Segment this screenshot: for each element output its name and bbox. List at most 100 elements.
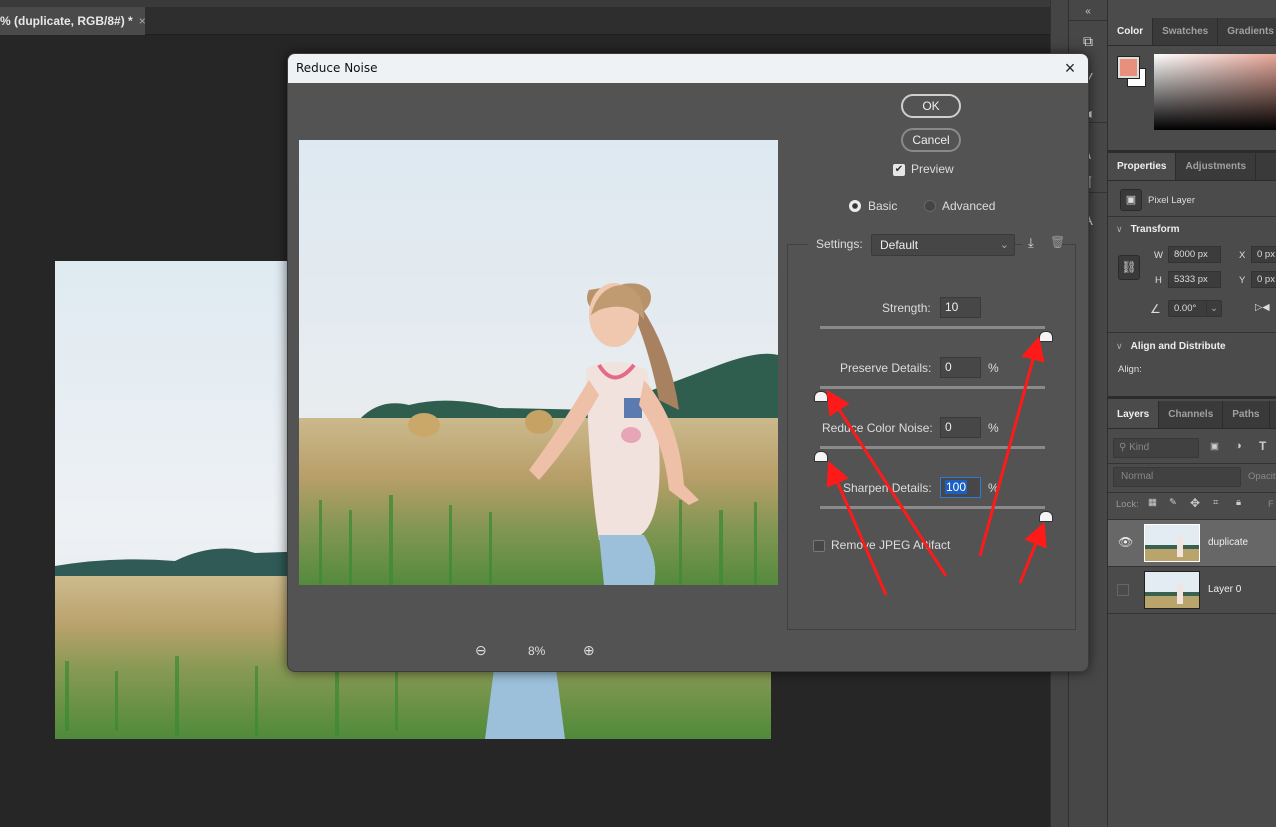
- advanced-label: Advanced: [942, 199, 996, 213]
- layer-name[interactable]: Layer 0: [1208, 567, 1241, 613]
- tab-paths[interactable]: Paths: [1223, 401, 1270, 428]
- width-field[interactable]: 8000 px: [1168, 246, 1221, 263]
- strength-input[interactable]: 10: [940, 297, 981, 318]
- ok-button[interactable]: OK: [901, 94, 961, 118]
- layers-panel-tabs: Layers Channels Paths: [1108, 401, 1276, 429]
- preview-label: Preview: [911, 162, 954, 176]
- tab-adjustments[interactable]: Adjustments: [1176, 153, 1257, 180]
- save-settings-icon[interactable]: ⤓: [1028, 235, 1034, 251]
- document-tab-bar: [0, 7, 1068, 35]
- close-tab-icon[interactable]: ×: [139, 14, 146, 28]
- close-icon[interactable]: ×: [1058, 56, 1082, 80]
- y-field[interactable]: 0 px: [1251, 271, 1276, 288]
- strength-label: Strength:: [882, 301, 931, 315]
- collapse-panels-icon[interactable]: «: [1068, 5, 1108, 19]
- x-label: X: [1239, 250, 1246, 261]
- layer-thumbnail: [1144, 571, 1200, 609]
- filter-type-icon[interactable]: T: [1259, 439, 1266, 453]
- sharpen-details-label: Sharpen Details:: [843, 481, 932, 495]
- cancel-button[interactable]: Cancel: [901, 128, 961, 152]
- preview-image[interactable]: [299, 140, 778, 585]
- opacity-label: Opacit: [1248, 471, 1276, 482]
- filter-pixel-icon[interactable]: ▣: [1210, 441, 1219, 452]
- foreground-color-swatch[interactable]: [1117, 56, 1140, 79]
- percent-label: %: [988, 421, 999, 435]
- lock-all-icon[interactable]: 🔒︎: [1236, 497, 1241, 508]
- preserve-details-slider-track[interactable]: [820, 386, 1045, 389]
- angle-value: 0.00°: [1174, 303, 1197, 314]
- tab-properties[interactable]: Properties: [1108, 153, 1177, 180]
- layer-thumbnail: [1144, 524, 1200, 562]
- tab-layers[interactable]: Layers: [1108, 401, 1160, 428]
- delete-settings-icon[interactable]: 🗑︎: [1050, 235, 1065, 249]
- preview-checkbox[interactable]: ✔: [893, 164, 905, 176]
- percent-label: %: [988, 481, 999, 495]
- advanced-radio[interactable]: [924, 200, 936, 212]
- align-section-header[interactable]: ∨ Align and Distribute: [1116, 341, 1226, 352]
- lock-artboard-icon[interactable]: ⌗: [1213, 497, 1218, 508]
- x-field[interactable]: 0 px: [1251, 246, 1276, 263]
- visibility-toggle-empty[interactable]: [1117, 584, 1129, 596]
- link-dimensions-icon[interactable]: ⛓: [1118, 255, 1140, 280]
- settings-group: [787, 244, 1076, 630]
- settings-label: Settings:: [816, 237, 863, 251]
- chevron-down-icon: ⌄: [999, 239, 1009, 251]
- chevron-down-icon[interactable]: ⌄: [1206, 301, 1221, 316]
- fill-label: F: [1268, 499, 1274, 510]
- blend-mode-dropdown[interactable]: Normal: [1113, 467, 1241, 487]
- transform-section-header[interactable]: ∨ Transform: [1116, 224, 1180, 235]
- settings-value: Default: [880, 238, 919, 252]
- sharpen-details-input[interactable]: 100: [940, 477, 981, 498]
- lock-position-icon[interactable]: ✥: [1190, 496, 1200, 510]
- chevron-down-icon: ∨: [1116, 341, 1123, 351]
- zoom-in-icon[interactable]: ⊕: [583, 642, 595, 659]
- strength-slider-track[interactable]: [820, 326, 1045, 329]
- basic-label: Basic: [868, 199, 898, 213]
- angle-icon: ∠: [1150, 302, 1161, 316]
- height-field[interactable]: 5333 px: [1168, 271, 1221, 288]
- layer-row-layer-0[interactable]: Layer 0: [1108, 567, 1276, 613]
- filter-adjustment-icon[interactable]: ◑: [1235, 440, 1242, 452]
- lock-paint-icon[interactable]: ✎: [1169, 497, 1177, 508]
- properties-panel-tabs: Properties Adjustments: [1108, 153, 1276, 181]
- eye-icon[interactable]: 👁︎: [1118, 535, 1133, 549]
- tab-color[interactable]: Color: [1108, 18, 1154, 45]
- blend-mode-value: Normal: [1121, 471, 1154, 482]
- layer-name[interactable]: duplicate: [1208, 520, 1248, 566]
- color-panel-tabs: Color Swatches Gradients: [1108, 18, 1276, 46]
- history-icon[interactable]: ⧉: [1075, 28, 1101, 54]
- layer-row-duplicate[interactable]: 👁︎ duplicate: [1108, 520, 1276, 566]
- layers-empty-area: [1108, 614, 1276, 827]
- layer-type-label: Pixel Layer: [1148, 195, 1195, 206]
- reduce-color-noise-input[interactable]: 0: [940, 417, 981, 438]
- basic-radio[interactable]: [849, 200, 861, 212]
- reduce-noise-dialog: Reduce Noise × OK Cancel ✔ Preview Basic…: [287, 53, 1089, 672]
- y-label: Y: [1239, 275, 1246, 286]
- document-tab-title: % (duplicate, RGB/8#) *: [0, 14, 133, 28]
- tab-swatches[interactable]: Swatches: [1153, 18, 1219, 45]
- lock-transparent-icon[interactable]: ▦: [1148, 497, 1157, 508]
- preserve-details-label: Preserve Details:: [840, 361, 932, 375]
- flip-horizontal-icon[interactable]: ▷◀: [1255, 302, 1270, 313]
- reduce-color-noise-slider-track[interactable]: [820, 446, 1045, 449]
- document-tab[interactable]: % (duplicate, RGB/8#) * ×: [0, 7, 146, 35]
- align-title: Align and Distribute: [1130, 341, 1226, 352]
- layer-filter-dropdown[interactable]: ⚲ Kind: [1113, 438, 1199, 458]
- color-spectrum-picker[interactable]: [1154, 54, 1276, 130]
- dialog-title: Reduce Noise: [288, 54, 1088, 83]
- remove-jpeg-artifact-checkbox[interactable]: [813, 540, 825, 552]
- preserve-details-input[interactable]: 0: [940, 357, 981, 378]
- tab-channels[interactable]: Channels: [1159, 401, 1224, 428]
- height-label: H: [1155, 275, 1162, 286]
- zoom-level: 8%: [528, 644, 546, 658]
- sharpen-details-slider-track[interactable]: [820, 506, 1045, 509]
- angle-field[interactable]: 0.00° ⌄: [1168, 300, 1222, 317]
- pixel-layer-icon: ▣: [1120, 189, 1142, 211]
- percent-label: %: [988, 361, 999, 375]
- settings-dropdown[interactable]: Default ⌄: [871, 234, 1015, 256]
- top-bar: [0, 0, 1068, 7]
- zoom-out-icon[interactable]: ⊖: [475, 642, 487, 659]
- reduce-color-noise-label: Reduce Color Noise:: [822, 421, 933, 435]
- align-label: Align:: [1118, 364, 1142, 375]
- tab-gradients[interactable]: Gradients: [1218, 18, 1276, 45]
